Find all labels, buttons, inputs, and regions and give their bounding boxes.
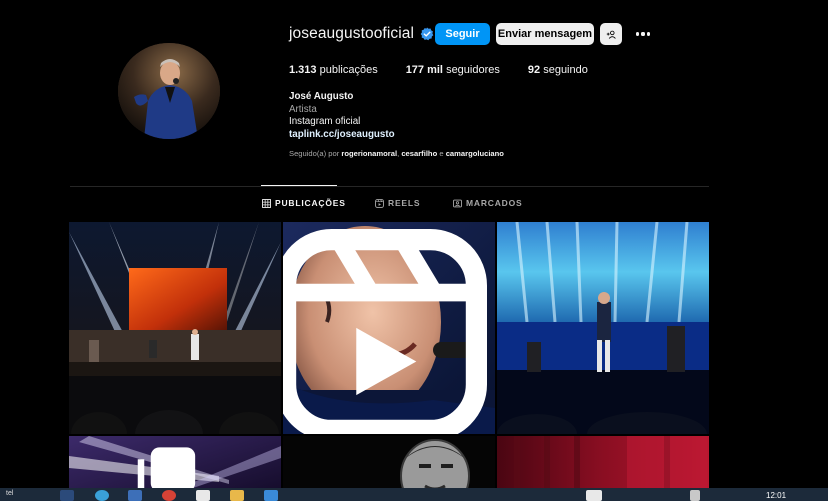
followed-by-user[interactable]: cesarfilho [401, 149, 437, 158]
full-name: José Augusto [289, 91, 354, 102]
tab-reels[interactable]: REELS [375, 198, 420, 208]
tabs-divider [70, 186, 709, 187]
send-message-button[interactable]: Enviar mensagem [496, 23, 594, 45]
taskbar-app-icon[interactable] [196, 490, 210, 501]
following-count[interactable]: 92 seguindo [528, 64, 588, 76]
posts-count-label: publicações [319, 64, 378, 76]
followed-by-prefix: Seguido(a) por [289, 149, 340, 158]
taskbar-edge-icon[interactable] [95, 490, 109, 501]
profile-stats: 1.313 publicações 177 mil seguidores 92 … [289, 64, 616, 76]
profile-avatar[interactable] [118, 43, 220, 139]
taskbar-app-icon[interactable] [264, 490, 278, 501]
avatar-photo [118, 43, 220, 139]
os-taskbar: tel 12:01 [0, 488, 828, 501]
suggest-accounts-button[interactable] [600, 23, 622, 45]
post-image [69, 222, 281, 434]
followed-by-user[interactable]: camargoluciano [446, 149, 504, 158]
tagged-icon [453, 199, 462, 207]
followers-count[interactable]: 177 mil seguidores [406, 64, 500, 76]
username-row: joseaugustooficial [289, 22, 434, 46]
taskbar-tray-icon[interactable] [586, 490, 602, 501]
profile-category: Artista [289, 103, 317, 115]
active-tab-indicator [261, 185, 337, 186]
posts-grid [69, 222, 709, 501]
taskbar-folder-icon[interactable] [230, 490, 244, 501]
taskbar-left-text: tel [6, 490, 14, 497]
followed-by-conjunction: e [439, 149, 444, 158]
posts-count-value: 1.313 [289, 64, 317, 76]
more-options-icon[interactable] [633, 27, 653, 41]
followers-count-label: seguidores [446, 64, 500, 76]
taskbar-clock: 12:01 [766, 491, 787, 500]
posts-count[interactable]: 1.313 publicações [289, 64, 378, 76]
person-plus-icon [606, 30, 616, 39]
post-tile[interactable] [497, 222, 709, 434]
post-image [497, 222, 709, 434]
taskbar-store-icon[interactable] [128, 490, 142, 501]
bio-link[interactable]: taplink.cc/joseaugusto [289, 129, 395, 142]
tab-tagged-label: MARCADOS [466, 198, 523, 208]
following-count-label: seguindo [543, 64, 588, 76]
taskbar-chrome-icon[interactable] [162, 490, 176, 501]
reels-icon [375, 198, 384, 208]
bio-text: Instagram oficial [289, 116, 361, 127]
followed-by-user[interactable]: rogerionamoral [341, 149, 397, 158]
post-tile[interactable] [69, 222, 281, 434]
following-count-value: 92 [527, 64, 541, 76]
followers-count-value: 177 mil [405, 64, 443, 76]
tab-reels-label: REELS [388, 198, 421, 208]
post-tile[interactable] [283, 222, 495, 434]
grid-icon [262, 198, 271, 208]
username: joseaugustooficial [289, 25, 415, 42]
followed-by-separator: , [397, 149, 400, 158]
taskbar-tray-icon[interactable] [690, 490, 700, 501]
follow-button[interactable]: Seguir [435, 23, 490, 45]
profile-bio: José Augusto Artista Instagram oficial t… [289, 91, 395, 141]
followed-by: Seguido(a) por rogerionamoral, cesarfilh… [289, 149, 504, 158]
taskbar-app-icon[interactable] [60, 490, 74, 501]
tab-posts[interactable]: PUBLICAÇÕES [262, 198, 346, 208]
verified-badge-icon [420, 27, 434, 41]
tab-posts-label: PUBLICAÇÕES [275, 198, 346, 208]
tab-tagged[interactable]: MARCADOS [453, 198, 522, 208]
profile-header: joseaugustooficial Seguir Enviar mensage… [0, 0, 828, 186]
profile-tabs: PUBLICAÇÕES REELS MARCADOS [0, 198, 828, 212]
reel-badge-icon [283, 229, 487, 434]
